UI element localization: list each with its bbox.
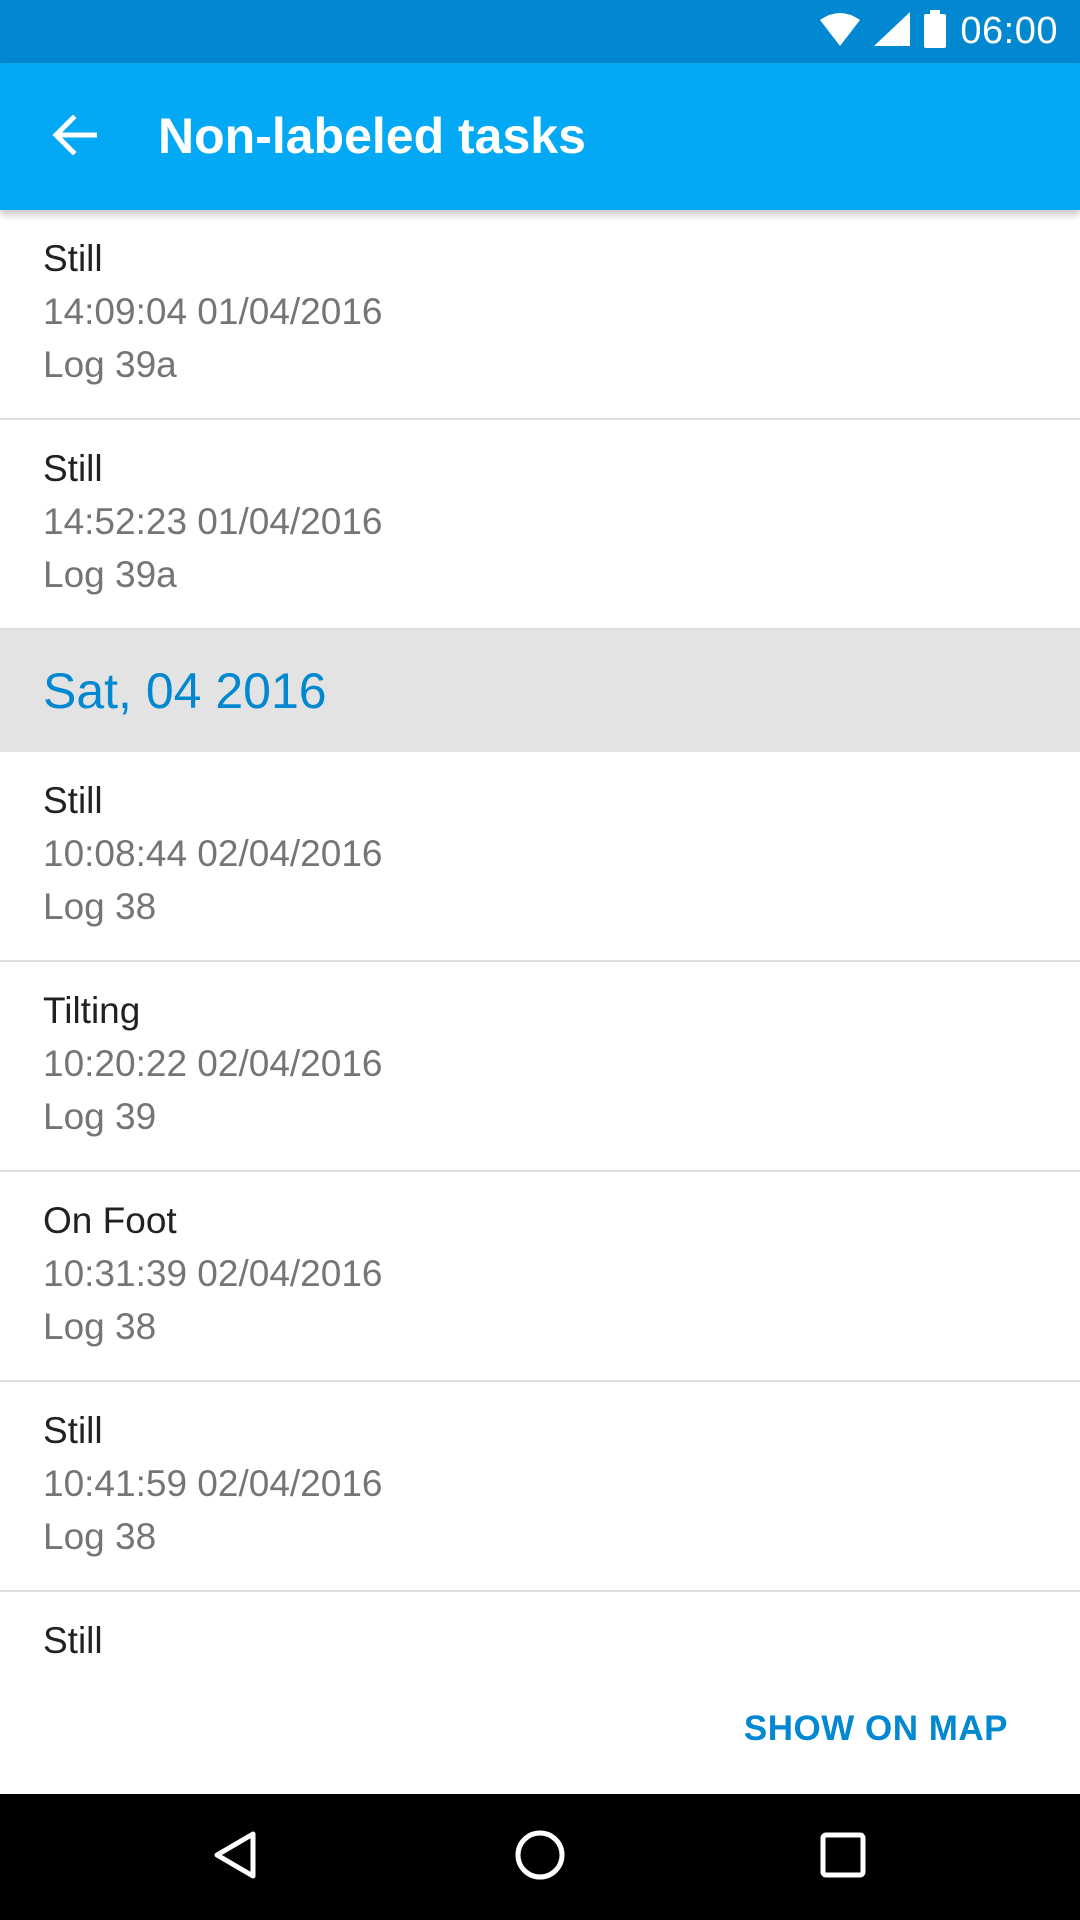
item-time: 10:41:59 02/04/2016	[43, 1463, 383, 1504]
item-time: 10:31:39 02/04/2016	[43, 1253, 383, 1294]
battery-icon	[924, 10, 947, 53]
home-circle-icon	[514, 1829, 566, 1886]
item-activity: Still	[43, 1410, 103, 1451]
item-activity: Tilting	[43, 990, 141, 1031]
item-log: Log 39	[43, 1096, 157, 1137]
task-list[interactable]: Still 14:09:04 01/04/2016 Log 39a Still …	[0, 210, 1080, 1664]
item-activity: Still	[43, 780, 103, 821]
item-log: Log 38	[43, 886, 157, 927]
footer-actions: SHOW ON MAP	[0, 1664, 1080, 1794]
item-log: Log 38	[43, 1516, 157, 1557]
item-log: Log 39a	[43, 554, 177, 595]
item-log: Log 39a	[43, 344, 177, 385]
arrow-back-icon	[51, 113, 98, 160]
item-time: 10:08:44 02/04/2016	[43, 833, 383, 874]
screen: 06:00 Non-labeled tasks Still 14:09:04 0…	[0, 0, 1080, 1920]
status-time: 06:00	[960, 10, 1058, 52]
page-title: Non-labeled tasks	[158, 108, 586, 164]
navigation-bar	[0, 1794, 1080, 1920]
item-time: 14:52:23 01/04/2016	[43, 501, 383, 542]
section-date: Sat, 04 2016	[43, 663, 327, 719]
list-item[interactable]: Still 14:52:23 01/04/2016 Log 39a	[0, 420, 1080, 630]
list-item[interactable]: Still 10:08:44 02/04/2016 Log 38	[0, 752, 1080, 962]
recents-square-icon	[820, 1832, 866, 1883]
back-button[interactable]	[30, 93, 118, 181]
item-log: Log 38	[43, 1306, 157, 1347]
item-activity: Still	[43, 238, 103, 279]
list-item[interactable]: Still	[0, 1592, 1080, 1664]
status-bar: 06:00	[0, 0, 1080, 63]
nav-back-button[interactable]	[193, 1815, 277, 1899]
item-activity: On Foot	[43, 1200, 177, 1241]
item-time: 10:20:22 02/04/2016	[43, 1043, 383, 1084]
nav-recents-button[interactable]	[801, 1815, 885, 1899]
section-header: Sat, 04 2016	[0, 630, 1080, 752]
signal-icon	[874, 12, 911, 51]
back-triangle-icon	[213, 1830, 257, 1885]
nav-home-button[interactable]	[498, 1815, 582, 1899]
status-icons: 06:00	[820, 0, 1058, 63]
app-bar: Non-labeled tasks	[0, 63, 1080, 210]
list-item[interactable]: Still 14:09:04 01/04/2016 Log 39a	[0, 210, 1080, 420]
list-item[interactable]: Still 10:41:59 02/04/2016 Log 38	[0, 1382, 1080, 1592]
list-item[interactable]: On Foot 10:31:39 02/04/2016 Log 38	[0, 1172, 1080, 1382]
wifi-icon	[820, 12, 861, 51]
item-activity: Still	[43, 448, 103, 489]
list-item[interactable]: Tilting 10:20:22 02/04/2016 Log 39	[0, 962, 1080, 1172]
show-on-map-button[interactable]: SHOW ON MAP	[744, 1692, 1008, 1766]
item-time: 14:09:04 01/04/2016	[43, 291, 383, 332]
item-activity: Still	[43, 1620, 103, 1661]
